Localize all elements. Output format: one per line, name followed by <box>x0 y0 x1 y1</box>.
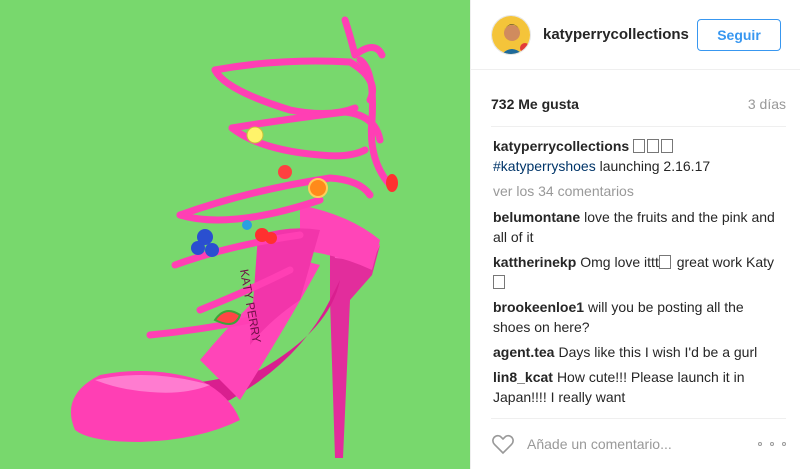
strawberry-charm-2 <box>386 174 398 192</box>
orange-charm <box>308 178 328 198</box>
emoji-glyph-icon <box>661 139 674 153</box>
emoji-glyph-icon <box>647 139 660 153</box>
more-options-icon[interactable] <box>758 434 786 454</box>
heart-icon[interactable] <box>491 432 515 456</box>
comment-username[interactable]: belumontane <box>493 209 580 225</box>
post-side-panel: katyperrycollections Seguir 732 Me gusta… <box>470 0 800 469</box>
follow-button[interactable]: Seguir <box>697 18 781 51</box>
strawberry-charm-1 <box>278 165 292 179</box>
avatar-image <box>492 15 530 54</box>
comment-item: lin8_kcat How cute!!! Please launch it in… <box>493 367 783 407</box>
comment-item: kattherinekp Omg love ittt great work Kat… <box>493 252 783 292</box>
comment-text-continued: great work Katy <box>672 254 774 270</box>
post-photo[interactable]: KATY PERRY <box>0 0 470 469</box>
comment-username[interactable]: brookeenloe1 <box>493 299 584 315</box>
header-username[interactable]: katyperrycollections <box>543 26 697 43</box>
comment-item: belumontane love the fruits and the pink … <box>493 207 783 247</box>
emoji-glyph-icon <box>658 255 671 269</box>
emoji-glyph-icon <box>633 139 646 153</box>
likes-row: 732 Me gusta 3 días <box>491 96 786 112</box>
post-header: katyperrycollections Seguir <box>471 0 800 70</box>
view-all-comments-link[interactable]: ver los 34 comentarios <box>493 181 783 201</box>
comment-username[interactable]: agent.tea <box>493 344 554 360</box>
lemon-charm <box>246 126 264 144</box>
caption: katyperrycollections #katyperryshoes lau… <box>493 136 783 176</box>
comment-username[interactable]: kattherinekp <box>493 254 576 270</box>
caption-username[interactable]: katyperrycollections <box>493 138 629 154</box>
caption-hashtag[interactable]: #katyperryshoes <box>493 158 596 174</box>
comment-bar <box>491 424 786 464</box>
likes-count[interactable]: 732 Me gusta <box>491 96 579 112</box>
comment-item: brookeenloe1 will you be posting all the … <box>493 297 783 337</box>
comment-text: Days like this I wish I'd be a gurl <box>558 344 758 360</box>
divider <box>491 418 786 419</box>
avatar[interactable] <box>491 14 531 55</box>
divider <box>491 126 786 127</box>
blueberry-charm <box>242 220 252 230</box>
post-time[interactable]: 3 días <box>748 96 786 112</box>
comments-list[interactable]: katyperrycollections #katyperryshoes lau… <box>493 136 783 408</box>
comment-item: agent.tea Days like this I wish I'd be a … <box>493 342 783 362</box>
comment-text: Omg love ittt <box>580 254 659 270</box>
shoe-illustration: KATY PERRY <box>0 0 470 469</box>
add-comment-input[interactable] <box>527 436 758 452</box>
emoji-glyph-icon <box>493 275 505 289</box>
caption-text: launching 2.16.17 <box>595 158 711 174</box>
comment-username[interactable]: lin8_kcat <box>493 369 553 385</box>
